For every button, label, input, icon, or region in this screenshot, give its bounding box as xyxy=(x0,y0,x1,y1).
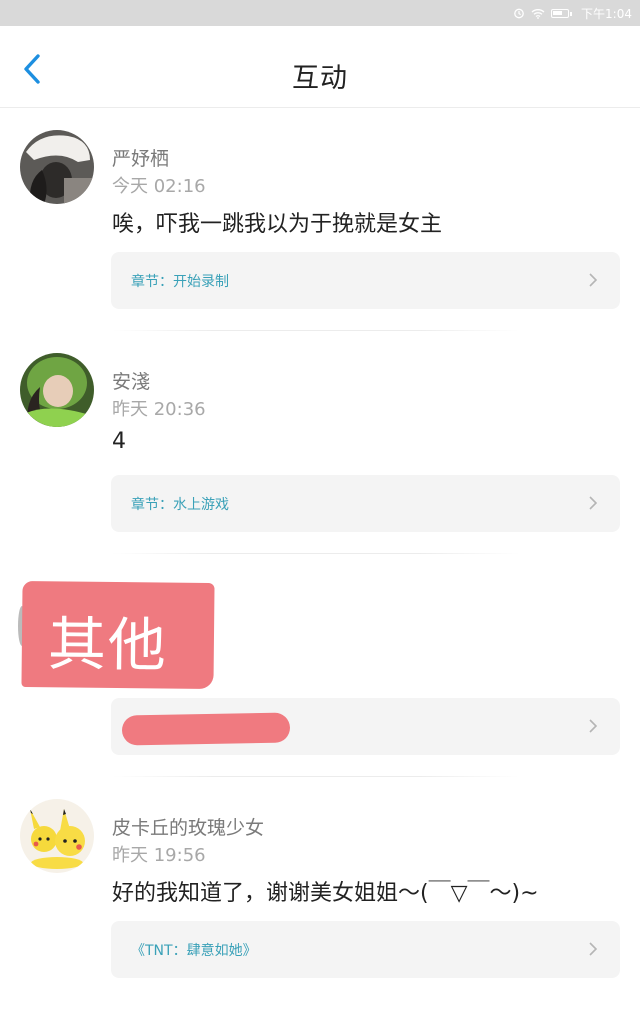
avatar[interactable] xyxy=(20,130,94,204)
chevron-right-icon xyxy=(589,719,598,733)
avatar[interactable] xyxy=(20,799,94,873)
timestamp: 今天 02:16 xyxy=(112,176,206,197)
user-name[interactable]: 皮卡丘的玫瑰少女 xyxy=(112,813,264,840)
list-item: 严妤栖 今天 02:16 唉，吓我一跳我以为于挽就是女主 章节：开始录制 xyxy=(0,108,640,331)
timestamp: 昨天 19:56 xyxy=(112,845,206,866)
chapter-label: 章节：水上游戏 xyxy=(131,497,229,513)
redaction-label: 其他 xyxy=(47,610,169,680)
list-item: 皮卡丘的玫瑰少女 昨天 19:56 好的我知道了，谢谢美女姐姐～(￣▽￣～)~ … xyxy=(0,777,640,1000)
chapter-link[interactable]: 《TNT：肆意如她》 xyxy=(111,921,620,978)
redaction-stroke xyxy=(121,712,291,746)
comment-text: 唉，吓我一跳我以为于挽就是女主 xyxy=(112,212,443,237)
page-title: 互动 xyxy=(292,63,348,94)
chevron-right-icon xyxy=(589,273,598,287)
list-item-redacted: 其他 xyxy=(0,554,640,777)
chapter-label: 《TNT：肆意如她》 xyxy=(131,943,257,959)
chevron-right-icon xyxy=(589,942,598,956)
chapter-link[interactable]: 章节：水上游戏 xyxy=(111,475,620,532)
wifi-icon xyxy=(531,8,545,19)
status-time: 下午1:04 xyxy=(581,6,632,21)
chapter-label: 章节：开始录制 xyxy=(131,274,229,290)
alarm-icon xyxy=(513,7,525,19)
list-item: 安淺 昨天 20:36 4 章节：水上游戏 xyxy=(0,331,640,554)
avatar[interactable] xyxy=(20,353,94,427)
user-name[interactable]: 安淺 xyxy=(112,367,150,394)
timestamp: 昨天 20:36 xyxy=(112,399,206,420)
interaction-list: 严妤栖 今天 02:16 唉，吓我一跳我以为于挽就是女主 章节：开始录制 安淺 … xyxy=(0,108,640,1000)
status-bar: 下午1:04 xyxy=(0,0,640,26)
comment-text: 好的我知道了，谢谢美女姐姐～(￣▽￣～)~ xyxy=(112,881,539,906)
chevron-right-icon xyxy=(589,496,598,510)
chapter-link[interactable]: 章节：开始录制 xyxy=(111,252,620,309)
comment-text: 4 xyxy=(112,429,126,454)
header: 互动 xyxy=(0,26,640,108)
battery-icon xyxy=(551,8,573,18)
redaction-overlay: 其他 xyxy=(21,580,215,690)
user-name[interactable]: 严妤栖 xyxy=(112,144,169,171)
